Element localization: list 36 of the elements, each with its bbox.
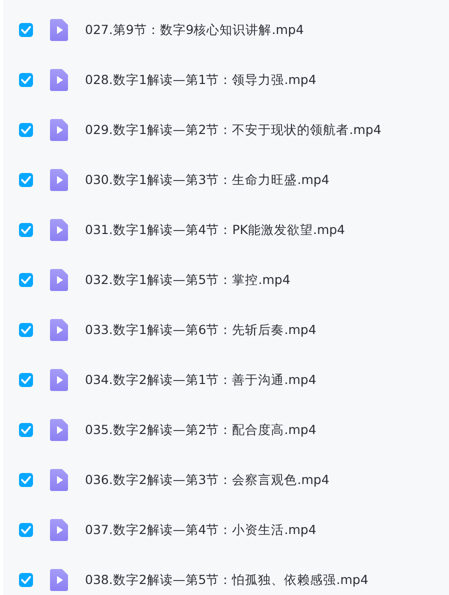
- file-name[interactable]: 027.第9节：数字9核心知识讲解.mp4: [85, 20, 304, 40]
- checkbox[interactable]: [19, 123, 33, 137]
- file-name[interactable]: 037.数字2解读—第4节：小资生活.mp4: [85, 520, 316, 540]
- file-name[interactable]: 029.数字1解读—第2节：不安于现状的领航者.mp4: [85, 120, 382, 140]
- file-name[interactable]: 030.数字1解读—第3节：生命力旺盛.mp4: [85, 170, 330, 190]
- video-file-icon: [50, 519, 68, 541]
- file-name[interactable]: 035.数字2解读—第2节：配合度高.mp4: [85, 420, 316, 440]
- checkbox[interactable]: [19, 523, 33, 537]
- file-name[interactable]: 028.数字1解读—第1节：领导力强.mp4: [85, 70, 316, 90]
- video-file-icon: [50, 19, 68, 41]
- checkbox[interactable]: [19, 173, 33, 187]
- file-name[interactable]: 031.数字1解读—第4节：PK能激发欲望.mp4: [85, 220, 346, 240]
- checkbox[interactable]: [19, 23, 33, 37]
- video-file-icon: [50, 119, 68, 141]
- video-file-icon: [50, 369, 68, 391]
- checkbox[interactable]: [19, 423, 33, 437]
- file-name[interactable]: 036.数字2解读—第3节：会察言观色.mp4: [85, 470, 330, 490]
- file-name[interactable]: 038.数字2解读—第5节：怕孤独、依赖感强.mp4: [85, 570, 368, 590]
- file-name[interactable]: 032.数字1解读—第5节：掌控.mp4: [85, 270, 290, 290]
- video-file-icon: [50, 319, 68, 341]
- file-name[interactable]: 033.数字1解读—第6节：先斩后奏.mp4: [85, 320, 316, 340]
- video-file-icon: [50, 269, 68, 291]
- checkbox[interactable]: [19, 223, 33, 237]
- checkbox[interactable]: [19, 473, 33, 487]
- file-name[interactable]: 034.数字2解读—第1节：善于沟通.mp4: [85, 370, 316, 390]
- checkbox[interactable]: [19, 573, 33, 587]
- video-file-icon: [50, 469, 68, 491]
- video-file-icon: [50, 569, 68, 591]
- checkbox[interactable]: [19, 373, 33, 387]
- video-file-icon: [50, 419, 68, 441]
- video-file-icon: [50, 169, 68, 191]
- video-file-icon: [50, 69, 68, 91]
- checkbox[interactable]: [19, 273, 33, 287]
- video-file-icon: [50, 219, 68, 241]
- checkbox[interactable]: [19, 323, 33, 337]
- checkbox[interactable]: [19, 73, 33, 87]
